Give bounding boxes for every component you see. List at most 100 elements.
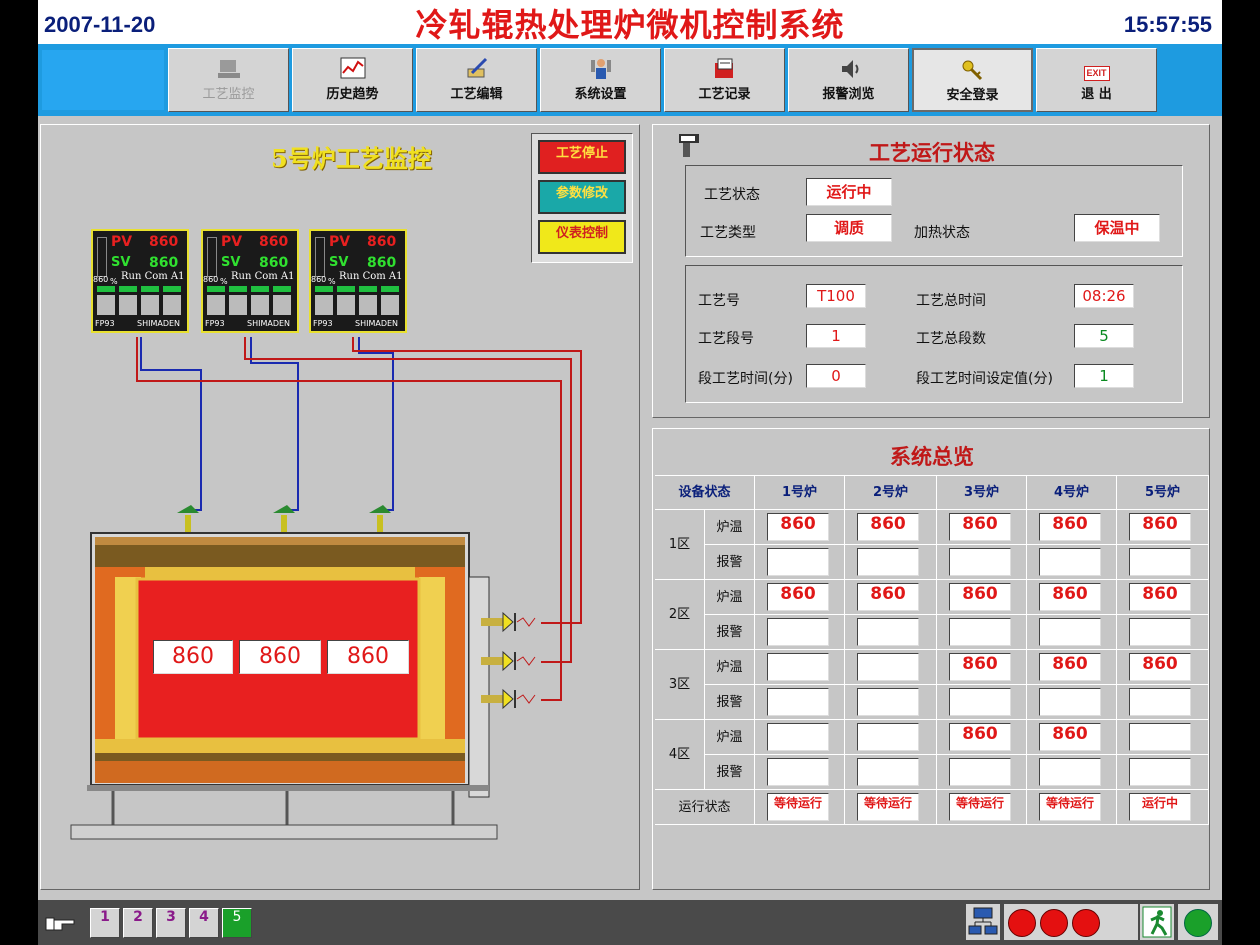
zone-temp-field: [1129, 723, 1191, 751]
toolbar-label: 工艺监控: [202, 87, 255, 102]
furnace-header-4: 4号炉: [1027, 476, 1117, 510]
status-bar: 12345: [38, 900, 1222, 945]
zone-temp-field: 860: [1039, 653, 1101, 681]
toolbar-label: 安全登录: [946, 88, 999, 103]
zone-temp-label: 炉温: [705, 510, 755, 545]
zone-alarm-field: [857, 548, 919, 576]
zone-alarm-field: [949, 688, 1011, 716]
zone-temp-field: 860: [1039, 583, 1101, 611]
page-button-2[interactable]: 2: [123, 908, 153, 938]
furnace-run-status: 运行中: [1129, 793, 1191, 821]
settings-person-icon: [588, 57, 614, 81]
speaker-icon: [836, 57, 862, 81]
main-toolbar: 工艺监控 历史趋势 工艺编辑 系统设置 工艺记录 报警浏览 安全登录 EXIT …: [38, 44, 1222, 116]
zone-temp-field: 860: [1129, 583, 1191, 611]
zone-alarm-field: [1039, 688, 1101, 716]
zone-alarm-field: [1129, 758, 1191, 786]
toolbar-label: 系统设置: [574, 87, 627, 102]
zone-alarm-field: [1039, 548, 1101, 576]
page-button-3[interactable]: 3: [156, 908, 186, 938]
process-state-label: 工艺状态: [704, 187, 760, 203]
segment-time-label: 段工艺时间(分): [698, 371, 793, 387]
furnace-header-1: 1号炉: [755, 476, 845, 510]
toolbar-alarm-browse-button[interactable]: 报警浏览: [788, 48, 909, 112]
heat-state-value: 保温中: [1074, 214, 1160, 242]
zone-temp-field: [857, 723, 919, 751]
process-status-group: 工艺状态 运行中 工艺类型 调质 加热状态 保温中: [685, 165, 1183, 257]
ok-lamp-frame: [1178, 904, 1218, 940]
page-button-4[interactable]: 4: [189, 908, 219, 938]
overview-grid: 设备状态 1号炉 2号炉 3号炉 4号炉 5号炉 1区 炉温 报警 860 860 860 860 860…: [655, 475, 1209, 826]
heat-state-label: 加热状态: [914, 225, 970, 241]
process-no-value: T100: [806, 284, 866, 308]
toolbar-process-edit-button[interactable]: 工艺编辑: [416, 48, 537, 112]
zone-temp-field: 860: [857, 513, 919, 541]
total-segments-label: 工艺总段数: [916, 331, 986, 347]
segment-no-label: 工艺段号: [698, 331, 754, 347]
toolbar-history-trend-button[interactable]: 历史趋势: [292, 48, 413, 112]
zone-alarm-field: [1129, 618, 1191, 646]
segment-time-value: 0: [806, 364, 866, 388]
zone-temp-label: 炉温: [705, 720, 755, 755]
toolbar-system-settings-button[interactable]: 系统设置: [540, 48, 661, 112]
toolbar-process-monitor-button[interactable]: 工艺监控: [168, 48, 289, 112]
system-overview-panel: 系统总览 设备状态 1号炉 2号炉 3号炉 4号炉 5号炉 1区 炉温 报警 860 860 860 8…: [652, 428, 1210, 890]
toolbar-exit-button[interactable]: EXIT 退 出: [1036, 48, 1157, 112]
page-button-5[interactable]: 5: [222, 908, 252, 938]
process-status-title: 工艺运行状态: [869, 141, 995, 165]
title-bar: 2007-11-20 冷轧辊热处理炉微机控制系统 15:57:55: [38, 0, 1222, 44]
zone-label: 3区: [655, 650, 705, 720]
toolbar-process-record-button[interactable]: 工艺记录: [664, 48, 785, 112]
segment-setpoint-value: 1: [1074, 364, 1134, 388]
process-no-label: 工艺号: [698, 293, 740, 309]
process-params-group: 工艺号 T100 工艺总时间 08:26 工艺段号 1 工艺总段数 5 段工艺时…: [685, 265, 1183, 403]
zone-temp-field: 860: [949, 513, 1011, 541]
network-icon: [966, 904, 1000, 940]
furnace-header-3: 3号炉: [937, 476, 1027, 510]
zone-alarm-label: 报警: [705, 755, 755, 790]
zone-temp-field: 860: [949, 723, 1011, 751]
furnace-diagram: [70, 337, 582, 840]
zone-alarm-label: 报警: [705, 545, 755, 580]
pointing-hand-icon: [44, 912, 80, 938]
zone-label: 4区: [655, 720, 705, 790]
zone-alarm-label: 报警: [705, 615, 755, 650]
zone-temp-label: 炉温: [705, 580, 755, 615]
furnace-run-status: 等待运行: [857, 793, 919, 821]
zone-alarm-field: [767, 618, 829, 646]
record-icon: [712, 57, 738, 81]
zone-alarm-field: [1129, 688, 1191, 716]
zone-alarm-field: [857, 688, 919, 716]
total-time-label: 工艺总时间: [916, 293, 986, 309]
zone-temp-field: 860: [857, 583, 919, 611]
zone-temp-field: 860: [949, 653, 1011, 681]
zone-alarm-field: [949, 618, 1011, 646]
toolbar-label: 工艺编辑: [450, 87, 503, 102]
furnace-run-status: 等待运行: [1039, 793, 1101, 821]
zone-alarm-field: [767, 548, 829, 576]
process-type-value: 调质: [806, 214, 892, 242]
clock-display: 15:57:55: [1123, 12, 1212, 37]
system-ok-lamp: [1184, 909, 1212, 937]
zone-alarm-field: [857, 618, 919, 646]
furnace-header-5: 5号炉: [1117, 476, 1209, 510]
toolbar-secure-login-button[interactable]: 安全登录: [912, 48, 1033, 112]
alarm-lamp: [1040, 909, 1068, 937]
zone-alarm-field: [857, 758, 919, 786]
grid-corner-header: 设备状态: [655, 476, 755, 510]
zone-alarm-field: [1039, 618, 1101, 646]
zone-temp-field: 860: [1039, 513, 1101, 541]
alarm-lamp: [1072, 909, 1100, 937]
zone-temp-field: 860: [767, 513, 829, 541]
page-button-1[interactable]: 1: [90, 908, 120, 938]
furnace-header-2: 2号炉: [845, 476, 937, 510]
exit-icon: EXIT: [1083, 57, 1110, 81]
zone-alarm-field: [767, 688, 829, 716]
alarm-lamp-group: [1004, 904, 1138, 940]
zone-temp-field: [767, 653, 829, 681]
app-title: 冷轧辊热处理炉微机控制系统: [415, 6, 845, 44]
edit-icon: [464, 57, 490, 81]
toolbar-label: 工艺记录: [698, 87, 751, 102]
furnace-zone1-temp: 860: [153, 640, 233, 674]
furnace-body: [70, 532, 498, 840]
